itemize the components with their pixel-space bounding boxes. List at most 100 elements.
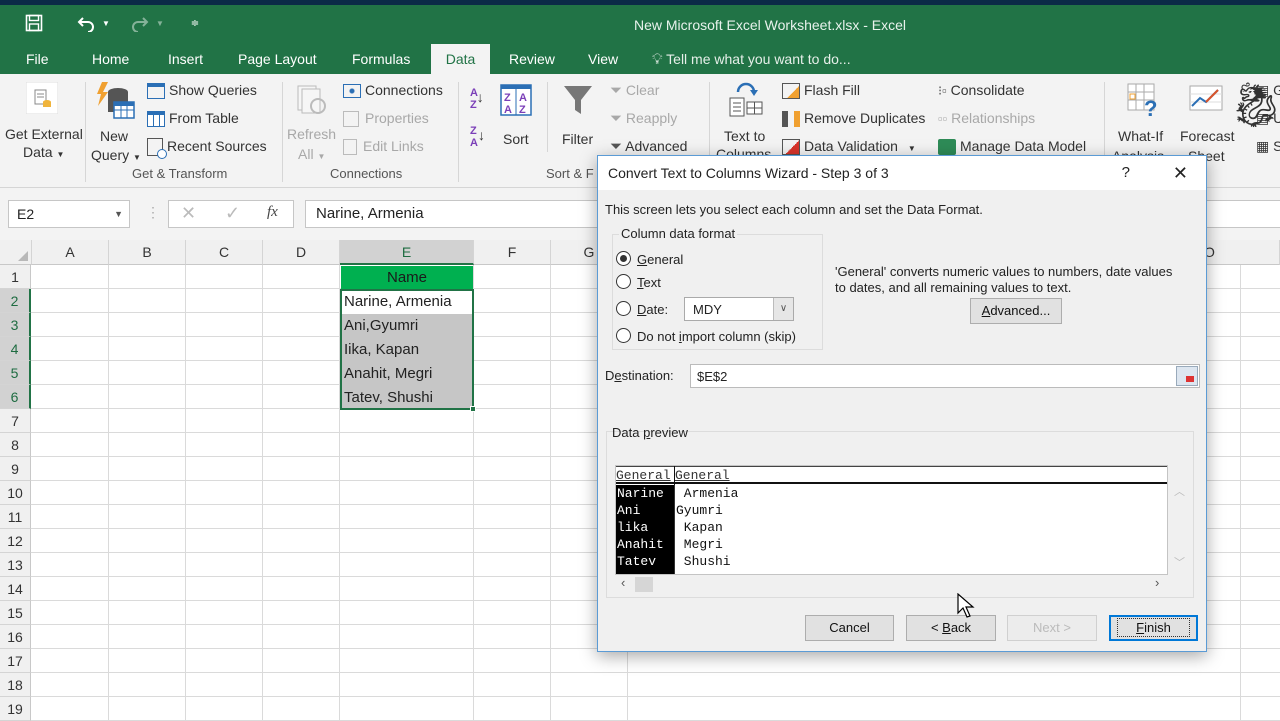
column-header-e[interactable]: E — [340, 240, 474, 265]
advanced-filter-button[interactable]: ⏷ Advanced — [610, 138, 687, 155]
preview-header-col2[interactable]: General — [675, 468, 730, 483]
customize-qat-button[interactable]: ≑ — [188, 12, 202, 34]
preview-column-2[interactable]: Armenia Gyumri Kapan Megri Shushi — [676, 485, 1156, 570]
cell-e5[interactable]: Anahit, Megri — [341, 362, 474, 386]
undo-button[interactable] — [74, 12, 98, 34]
column-header-d[interactable]: D — [263, 240, 340, 265]
cell-e3[interactable]: Ani,Gyumri — [341, 314, 474, 338]
row-header-12[interactable]: 12 — [0, 529, 31, 553]
row-header-15[interactable]: 15 — [0, 601, 31, 625]
row-header-13[interactable]: 13 — [0, 553, 31, 577]
row-header-9[interactable]: 9 — [0, 457, 31, 481]
column-header-b[interactable]: B — [109, 240, 186, 265]
radio-general[interactable] — [616, 251, 631, 266]
group-button[interactable]: ▤ G — [1256, 82, 1280, 99]
row-header-17[interactable]: 17 — [0, 649, 31, 673]
filter-button[interactable]: Filter — [558, 82, 602, 162]
data-preview-table[interactable]: General General Narine Ani lika Anahit T… — [615, 465, 1168, 575]
edit-links-button[interactable]: Edit Links — [343, 138, 424, 156]
relationships-button[interactable]: ▫▫ Relationships — [938, 110, 1035, 126]
recent-sources-button[interactable]: Recent Sources — [147, 138, 267, 160]
row-header-7[interactable]: 7 — [0, 409, 31, 433]
row-header-19[interactable]: 19 — [0, 697, 31, 721]
radio-skip[interactable] — [616, 328, 631, 343]
radio-text-label[interactable]: Text — [637, 275, 661, 290]
clear-filter-button[interactable]: ⏷ Clear — [610, 82, 659, 99]
row-header-16[interactable]: 16 — [0, 625, 31, 649]
tab-insert[interactable]: Insert — [156, 44, 215, 74]
from-table-button[interactable]: From Table — [147, 110, 239, 128]
row-header-18[interactable]: 18 — [0, 673, 31, 697]
connections-button[interactable]: Connections — [343, 82, 443, 99]
row-header-8[interactable]: 8 — [0, 433, 31, 457]
column-header-a[interactable]: A — [32, 240, 109, 265]
cancel-entry-icon[interactable]: ✕ — [181, 203, 196, 224]
date-format-select[interactable]: MDY ∨ — [684, 297, 794, 321]
radio-date-label[interactable]: Date: — [637, 302, 668, 317]
show-queries-button[interactable]: Show Queries — [147, 82, 257, 100]
chevron-down-icon[interactable]: ∨ — [773, 298, 793, 320]
confirm-entry-icon[interactable]: ✓ — [225, 203, 240, 224]
sort-button[interactable]: ZAAZ Sort — [498, 82, 538, 162]
reapply-button[interactable]: ⏷ Reapply — [610, 110, 677, 127]
flash-fill-button[interactable]: Flash Fill — [782, 82, 860, 100]
tab-data[interactable]: Data — [431, 44, 490, 74]
finish-button[interactable]: Finish — [1109, 615, 1198, 641]
radio-date[interactable] — [616, 301, 631, 316]
radio-skip-label[interactable]: Do not import column (skip) — [637, 329, 796, 344]
tell-me-search[interactable]: 💡︎ Tell me what you want to do... — [652, 44, 851, 74]
redo-button[interactable] — [128, 12, 152, 34]
save-button[interactable] — [22, 12, 46, 34]
consolidate-button[interactable]: ⁝▫ Consolidate — [938, 82, 1025, 99]
cell-e2[interactable]: Narine, Armenia — [341, 290, 474, 314]
insert-function-icon[interactable]: fx — [267, 204, 278, 221]
preview-horizontal-scrollbar[interactable]: ‹ › — [615, 575, 1168, 593]
row-header-6[interactable]: 6 — [0, 385, 31, 409]
tab-view[interactable]: View — [576, 44, 630, 74]
what-if-analysis-button[interactable]: ? What-If Analysis ▼ — [1112, 80, 1176, 164]
cell-e4[interactable]: Iika, Kapan — [341, 338, 474, 362]
scroll-thumb[interactable] — [635, 577, 653, 592]
row-header-4[interactable]: 4 — [0, 337, 31, 361]
data-validation-button[interactable]: Data Validation ▼ — [782, 138, 916, 156]
sort-descending-button[interactable]: Z A↓ — [470, 126, 485, 149]
preview-scroll-down-icon[interactable]: ﹀ — [1174, 554, 1185, 570]
row-header-2[interactable]: 2 — [0, 289, 31, 313]
tab-file[interactable]: File — [14, 44, 61, 74]
text-to-columns-button[interactable]: Text to Columns — [716, 80, 776, 162]
ungroup-button[interactable]: ▤ U — [1256, 110, 1280, 127]
destination-input[interactable]: $E$2 — [690, 364, 1200, 388]
row-header-1[interactable]: 1 — [0, 265, 31, 289]
tab-review[interactable]: Review — [497, 44, 567, 74]
scroll-left-icon[interactable]: ‹ — [621, 575, 625, 590]
row-header-3[interactable]: 3 — [0, 313, 31, 337]
undo-dropdown[interactable]: ▼ — [100, 12, 112, 34]
preview-header-col1[interactable]: General — [616, 468, 671, 483]
subtotal-button[interactable]: ▦ S — [1256, 138, 1280, 155]
new-query-button[interactable]: New Query ▼ — [90, 78, 142, 163]
help-button[interactable]: ? — [1122, 156, 1130, 190]
sort-ascending-button[interactable]: A Z↓ — [470, 88, 484, 111]
tab-page-layout[interactable]: Page Layout — [226, 44, 329, 74]
range-select-icon[interactable] — [1176, 366, 1198, 386]
tab-home[interactable]: Home — [80, 44, 141, 74]
column-header-f[interactable]: F — [474, 240, 551, 265]
advanced-button[interactable]: Advanced... — [970, 298, 1062, 324]
close-button[interactable]: ✕ — [1173, 156, 1188, 190]
formula-bar-grip-icon[interactable]: ⋮ — [146, 204, 160, 221]
row-header-14[interactable]: 14 — [0, 577, 31, 601]
get-external-data-button[interactable]: Get External Data ▼ — [4, 78, 83, 162]
next-button[interactable]: Next > — [1007, 615, 1097, 641]
properties-button[interactable]: Properties — [343, 110, 429, 128]
manage-data-model-button[interactable]: Manage Data Model — [938, 138, 1086, 156]
refresh-all-button[interactable]: Refresh All ▼ — [286, 78, 338, 162]
select-all-corner[interactable] — [0, 240, 32, 265]
column-header-c[interactable]: C — [186, 240, 263, 265]
remove-duplicates-button[interactable]: Remove Duplicates — [782, 110, 925, 128]
row-header-5[interactable]: 5 — [0, 361, 31, 385]
cell-e6[interactable]: Tatev, Shushi — [341, 386, 474, 410]
name-box[interactable]: E2 ▼ — [8, 200, 130, 228]
tab-formulas[interactable]: Formulas — [340, 44, 422, 74]
cancel-button[interactable]: Cancel — [805, 615, 894, 641]
row-header-10[interactable]: 10 — [0, 481, 31, 505]
